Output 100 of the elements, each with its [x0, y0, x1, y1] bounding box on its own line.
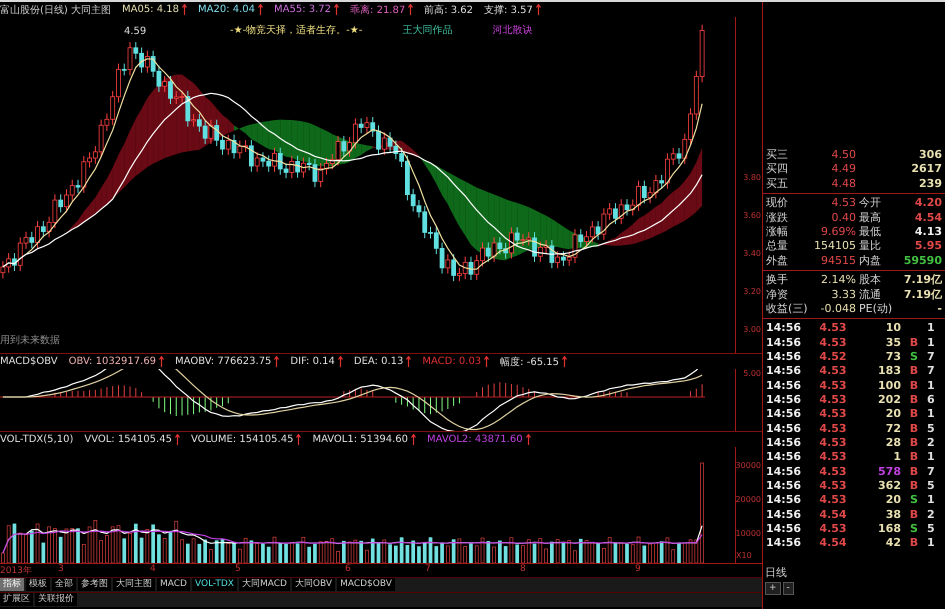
- quote-value: 239: [918, 176, 943, 192]
- tick-count: 5: [927, 522, 936, 536]
- quote-value: 4.54: [914, 210, 943, 225]
- indicator-value: 乖离: 21.87: [350, 4, 406, 16]
- tick-count: 2: [927, 508, 936, 522]
- axis-label: 3.80: [743, 173, 761, 182]
- quote-label: 内盘: [858, 254, 882, 268]
- date-label: 4: [150, 564, 156, 574]
- quote-value: 7.19亿: [902, 273, 943, 288]
- zoom-button[interactable]: -: [782, 582, 794, 595]
- tick-volume: 73: [884, 350, 901, 364]
- indicator-tab[interactable]: MACD: [157, 578, 190, 591]
- tick-price: 4.53: [818, 422, 848, 436]
- trade-side: B: [908, 336, 920, 350]
- indicator-tab[interactable]: VOL-TDX: [192, 578, 237, 591]
- indicator-value: MA55: 3.72: [274, 4, 332, 15]
- quote-label: 外盘: [765, 254, 789, 268]
- tick-volume: 35: [884, 336, 901, 350]
- tick-time: 14:56: [765, 422, 802, 436]
- quote-value: 3.33: [830, 288, 856, 302]
- indicator-value: MAVOL1: 51394.60: [312, 434, 408, 445]
- panel-tab[interactable]: 扩展区: [0, 593, 33, 606]
- indicator-tab[interactable]: MACD$OBV: [337, 578, 395, 591]
- quote-value: 4.49: [830, 162, 856, 177]
- tick-time: 14:56: [765, 450, 802, 465]
- indicator-value: MA05: 4.18: [122, 4, 179, 15]
- tick-time: 14:56: [765, 336, 802, 350]
- quote-label: 股本: [858, 273, 882, 288]
- panel-tab[interactable]: 关联报价: [35, 593, 77, 606]
- trade-side: B: [908, 536, 920, 551]
- tick-price: 4.53: [818, 321, 848, 336]
- price-label: 4.59: [124, 26, 146, 37]
- indicator-name: VOL-TDX(5,10): [0, 434, 74, 445]
- indicator-tab[interactable]: 指标: [0, 578, 24, 591]
- quote-label: 买四: [765, 162, 789, 177]
- quote-label: 换手: [765, 273, 789, 288]
- tick-volume: 10: [884, 321, 901, 336]
- chart-note: 用到未来数据: [0, 334, 60, 347]
- tick-time: 14:56: [765, 479, 802, 494]
- indicator-value: MAVOL2: 43871.60: [427, 434, 523, 445]
- tick-volume: 100: [877, 378, 901, 394]
- indicator-value: MA20: 4.04: [198, 4, 256, 15]
- trade-side: S: [909, 522, 919, 536]
- tick-price: 4.53: [818, 393, 848, 408]
- tick-time: 14:56: [765, 378, 802, 394]
- tick-count: 1: [927, 493, 936, 508]
- trade-side: S: [909, 493, 919, 508]
- indicator-tab[interactable]: 模板: [26, 578, 50, 591]
- axis-label: 30000: [736, 461, 761, 470]
- quote-label: 买五: [765, 176, 789, 192]
- indicator-value: DEA: 0.13: [354, 356, 404, 367]
- quote-value: -0.048: [820, 302, 856, 316]
- date-label: 6: [345, 564, 351, 574]
- tick-price: 4.53: [818, 364, 848, 379]
- tick-time: 14:56: [765, 464, 802, 480]
- indicator-tab[interactable]: 参考图: [78, 578, 111, 591]
- tick-count: 7: [927, 364, 936, 379]
- date-label: 3: [58, 564, 64, 574]
- quote-label: 现价: [765, 196, 789, 211]
- quote-value: 94515: [820, 254, 856, 268]
- trade-side: B: [908, 422, 920, 436]
- tick-time: 14:56: [765, 393, 802, 408]
- tick-price: 4.53: [818, 336, 848, 350]
- tick-count: 5: [927, 422, 936, 436]
- tick-price: 4.53: [818, 407, 848, 422]
- indicator-value: 幅度: -65.15: [500, 356, 559, 368]
- indicator-tab[interactable]: 大同主图: [113, 578, 155, 591]
- zoom-button[interactable]: +: [765, 582, 781, 595]
- indicator-value: VOLUME: 154105.45: [190, 434, 294, 445]
- tick-volume: 20: [884, 493, 901, 508]
- indicator-tab[interactable]: 大同OBV: [292, 578, 336, 591]
- quote-label: 净资: [765, 288, 789, 302]
- indicator-tab[interactable]: 大同MACD: [238, 578, 290, 591]
- trade-side: S: [909, 350, 919, 364]
- trade-side: B: [908, 436, 920, 450]
- axis-label: 3.20: [743, 287, 761, 296]
- indicator-value: 支撑: 3.57: [484, 4, 533, 16]
- tick-price: 4.53: [818, 493, 848, 508]
- trade-side: B: [908, 464, 920, 480]
- trade-side: B: [908, 479, 920, 494]
- tick-price: 4.54: [818, 508, 848, 522]
- tick-price: 4.53: [818, 450, 848, 465]
- quote-value: 4.20: [914, 196, 943, 211]
- tick-count: 1: [927, 407, 936, 422]
- date-label: 8: [520, 564, 526, 574]
- quote-label: PE(动): [858, 302, 894, 316]
- quote-label: 最低: [858, 224, 882, 240]
- trade-side: B: [908, 393, 920, 408]
- quote-label: 总量: [765, 239, 789, 254]
- indicator-tab[interactable]: 全部: [52, 578, 76, 591]
- axis-label: 3.60: [743, 211, 761, 220]
- trade-side: B: [908, 407, 920, 422]
- axis-label: 20000: [736, 495, 761, 504]
- quote-label: 涨幅: [765, 224, 789, 240]
- quote-label: 最高: [858, 210, 882, 225]
- indicator-value: OBV: 1032917.69: [68, 356, 156, 367]
- quote-value: 5.95: [914, 239, 943, 254]
- tick-volume: 20: [884, 407, 901, 422]
- indicator-value: 前高: 3.62: [424, 4, 474, 16]
- tick-time: 14:56: [765, 321, 802, 336]
